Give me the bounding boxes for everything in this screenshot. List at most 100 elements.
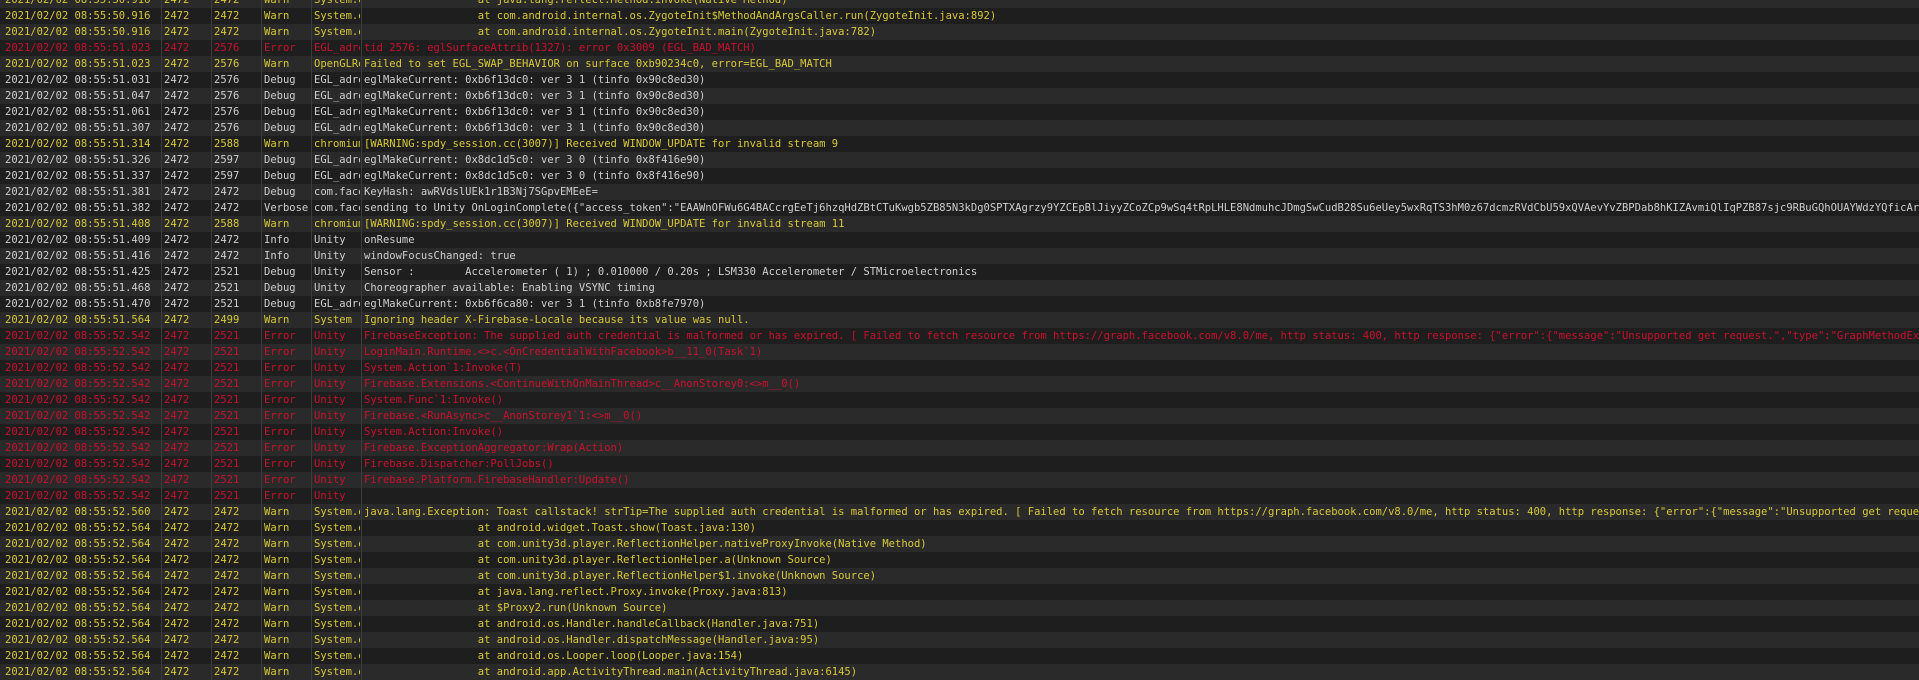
log-level: Error (264, 490, 296, 502)
log-pid: 2472 (164, 282, 190, 294)
log-row[interactable]: 2021/02/02 08:55:52.564 2472 2472 Warn Syste… (0, 616, 1919, 632)
log-message: Failed to set EGL_SWAP_BEHAVIOR on surfa… (364, 58, 832, 70)
log-row[interactable]: 2021/02/02 08:55:52.542 2472 2521 Error Unit… (0, 472, 1919, 488)
log-row[interactable]: 2021/02/02 08:55:51.023 2472 2576 Warn OpenG… (0, 56, 1919, 72)
log-timestamp: 2021/02/02 08:55:52.564 (5, 538, 151, 550)
log-row[interactable]: 2021/02/02 08:55:50.916 2472 2472 Warn Syste… (0, 8, 1919, 24)
log-row[interactable]: 2021/02/02 08:55:52.564 2472 2472 Warn Syste… (0, 664, 1919, 680)
log-timestamp: 2021/02/02 08:55:52.542 (5, 330, 151, 342)
log-row[interactable]: 2021/02/02 08:55:52.542 2472 2521 Error Unit… (0, 328, 1919, 344)
log-message: at com.unity3d.player.ReflectionHelper$1… (364, 570, 877, 582)
log-message: KeyHash: awRVdslUEk1r1B3Nj7SGpvEMEeE= (364, 186, 598, 198)
log-row[interactable]: 2021/02/02 08:55:52.564 2472 2472 Warn Syste… (0, 568, 1919, 584)
log-level: Debug (264, 170, 296, 182)
log-row[interactable]: 2021/02/02 08:55:51.468 2472 2521 Debug Unit… (0, 280, 1919, 296)
log-level: Warn (264, 314, 290, 326)
log-message: Firebase.Dispatcher:PollJobs() (364, 458, 554, 470)
log-row[interactable]: 2021/02/02 08:55:52.542 2472 2521 Error Unit… (0, 440, 1919, 456)
log-tid: 2576 (214, 42, 240, 54)
log-row[interactable]: 2021/02/02 08:55:51.408 2472 2588 Warn chrom… (0, 216, 1919, 232)
log-level: Error (264, 426, 296, 438)
log-row[interactable]: 2021/02/02 08:55:51.564 2472 2499 Warn Syste… (0, 312, 1919, 328)
log-row[interactable]: 2021/02/02 08:55:51.326 2472 2597 Debug EGL_… (0, 152, 1919, 168)
log-level: Warn (264, 218, 290, 230)
log-tid: 2472 (214, 538, 240, 550)
log-timestamp: 2021/02/02 08:55:51.408 (5, 218, 151, 230)
log-pid: 2472 (164, 458, 190, 470)
log-tid: 2597 (214, 170, 240, 182)
log-row[interactable]: 2021/02/02 08:55:51.382 2472 2472 Verbose co… (0, 200, 1919, 216)
log-row[interactable]: 2021/02/02 08:55:51.307 2472 2576 Debug EGL_… (0, 120, 1919, 136)
log-row[interactable]: 2021/02/02 08:55:52.542 2472 2521 Error Unit… (0, 408, 1919, 424)
log-message: [WARNING:spdy_session.cc(3007)] Received… (364, 218, 845, 230)
log-timestamp: 2021/02/02 08:55:52.542 (5, 346, 151, 358)
log-tag: System.err (314, 602, 360, 614)
log-row[interactable]: 2021/02/02 08:55:52.564 2472 2472 Warn Syste… (0, 584, 1919, 600)
log-row[interactable]: 2021/02/02 08:55:52.564 2472 2472 Warn Syste… (0, 632, 1919, 648)
log-tid: 2576 (214, 74, 240, 86)
log-row[interactable]: 2021/02/02 08:55:52.542 2472 2521 Error Unit… (0, 360, 1919, 376)
log-message: Choreographer available: Enabling VSYNC … (364, 282, 655, 294)
log-tag: EGL_adreno (314, 122, 360, 134)
log-tid: 2521 (214, 474, 240, 486)
log-timestamp: 2021/02/02 08:55:52.564 (5, 522, 151, 534)
log-message: eglMakeCurrent: 0xb6f13dc0: ver 3 1 (tin… (364, 122, 706, 134)
log-tid: 2472 (214, 234, 240, 246)
log-pid: 2472 (164, 586, 190, 598)
log-message: sending to Unity OnLoginComplete({"acces… (364, 202, 1919, 214)
log-level: Warn (264, 602, 290, 614)
log-row[interactable]: 2021/02/02 08:55:51.314 2472 2588 Warn chrom… (0, 136, 1919, 152)
log-tid: 2521 (214, 378, 240, 390)
log-row[interactable]: 2021/02/02 08:55:51.047 2472 2576 Debug EGL_… (0, 88, 1919, 104)
log-pid: 2472 (164, 474, 190, 486)
log-pid: 2472 (164, 666, 190, 678)
log-message: at android.os.Handler.dispatchMessage(Ha… (364, 634, 820, 646)
log-row[interactable]: 2021/02/02 08:55:52.542 2472 2521 Error Unit… (0, 488, 1919, 504)
log-row[interactable]: 2021/02/02 08:55:51.337 2472 2597 Debug EGL_… (0, 168, 1919, 184)
log-tag: EGL_adreno (314, 90, 360, 102)
log-tid: 2472 (214, 602, 240, 614)
log-pid: 2472 (164, 0, 190, 6)
log-row[interactable]: 2021/02/02 08:55:52.564 2472 2472 Warn Syste… (0, 600, 1919, 616)
log-timestamp: 2021/02/02 08:55:51.468 (5, 282, 151, 294)
log-row[interactable]: 2021/02/02 08:55:51.381 2472 2472 Debug com.… (0, 184, 1919, 200)
log-pid: 2472 (164, 186, 190, 198)
log-pid: 2472 (164, 298, 190, 310)
log-tid: 2521 (214, 394, 240, 406)
log-row[interactable]: 2021/02/02 08:55:51.061 2472 2576 Debug EGL_… (0, 104, 1919, 120)
log-tid: 2576 (214, 122, 240, 134)
log-pid: 2472 (164, 138, 190, 150)
log-row[interactable]: 2021/02/02 08:55:52.564 2472 2472 Warn Syste… (0, 520, 1919, 536)
log-row[interactable]: 2021/02/02 08:55:51.023 2472 2576 Error EGL_… (0, 40, 1919, 56)
log-timestamp: 2021/02/02 08:55:51.023 (5, 42, 151, 54)
log-row[interactable]: 2021/02/02 08:55:52.542 2472 2521 Error Unit… (0, 376, 1919, 392)
log-row[interactable]: 2021/02/02 08:55:52.560 2472 2472 Warn Syste… (0, 504, 1919, 520)
log-row[interactable]: 2021/02/02 08:55:50.916 2472 2472 Warn Syste… (0, 24, 1919, 40)
log-row[interactable]: 2021/02/02 08:55:51.409 2472 2472 Info Unity… (0, 232, 1919, 248)
log-row[interactable]: 2021/02/02 08:55:52.542 2472 2521 Error Unit… (0, 456, 1919, 472)
log-row[interactable]: 2021/02/02 08:55:52.542 2472 2521 Error Unit… (0, 424, 1919, 440)
log-row[interactable]: 2021/02/02 08:55:50.916 2472 2472 Warn Syste… (0, 0, 1919, 8)
log-tag: Unity (314, 234, 346, 246)
log-row[interactable]: 2021/02/02 08:55:52.564 2472 2472 Warn Syste… (0, 536, 1919, 552)
log-message: tid 2576: eglSurfaceAttrib(1327): error … (364, 42, 756, 54)
log-timestamp: 2021/02/02 08:55:52.542 (5, 426, 151, 438)
log-message: eglMakeCurrent: 0xb6f13dc0: ver 3 1 (tin… (364, 106, 706, 118)
log-timestamp: 2021/02/02 08:55:52.564 (5, 634, 151, 646)
log-row[interactable]: 2021/02/02 08:55:51.470 2472 2521 Debug EGL_… (0, 296, 1919, 312)
log-row[interactable]: 2021/02/02 08:55:52.564 2472 2472 Warn Syste… (0, 552, 1919, 568)
log-row[interactable]: 2021/02/02 08:55:52.542 2472 2521 Error Unit… (0, 344, 1919, 360)
log-row[interactable]: 2021/02/02 08:55:52.542 2472 2521 Error Unit… (0, 392, 1919, 408)
log-message (364, 488, 1919, 504)
log-tag: Unity (314, 410, 346, 422)
log-message: at com.android.internal.os.ZygoteInit$Me… (364, 10, 997, 22)
log-tag: System.err (314, 618, 360, 630)
log-tag: EGL_adreno (314, 298, 360, 310)
log-row[interactable]: 2021/02/02 08:55:51.031 2472 2576 Debug EGL_… (0, 72, 1919, 88)
log-tid: 2472 (214, 570, 240, 582)
log-message: eglMakeCurrent: 0x8dc1d5c0: ver 3 0 (tin… (364, 170, 706, 182)
log-row[interactable]: 2021/02/02 08:55:51.416 2472 2472 Info Unity… (0, 248, 1919, 264)
log-row[interactable]: 2021/02/02 08:55:52.564 2472 2472 Warn Syste… (0, 648, 1919, 664)
column-separator (361, 0, 362, 680)
log-row[interactable]: 2021/02/02 08:55:51.425 2472 2521 Debug Unit… (0, 264, 1919, 280)
